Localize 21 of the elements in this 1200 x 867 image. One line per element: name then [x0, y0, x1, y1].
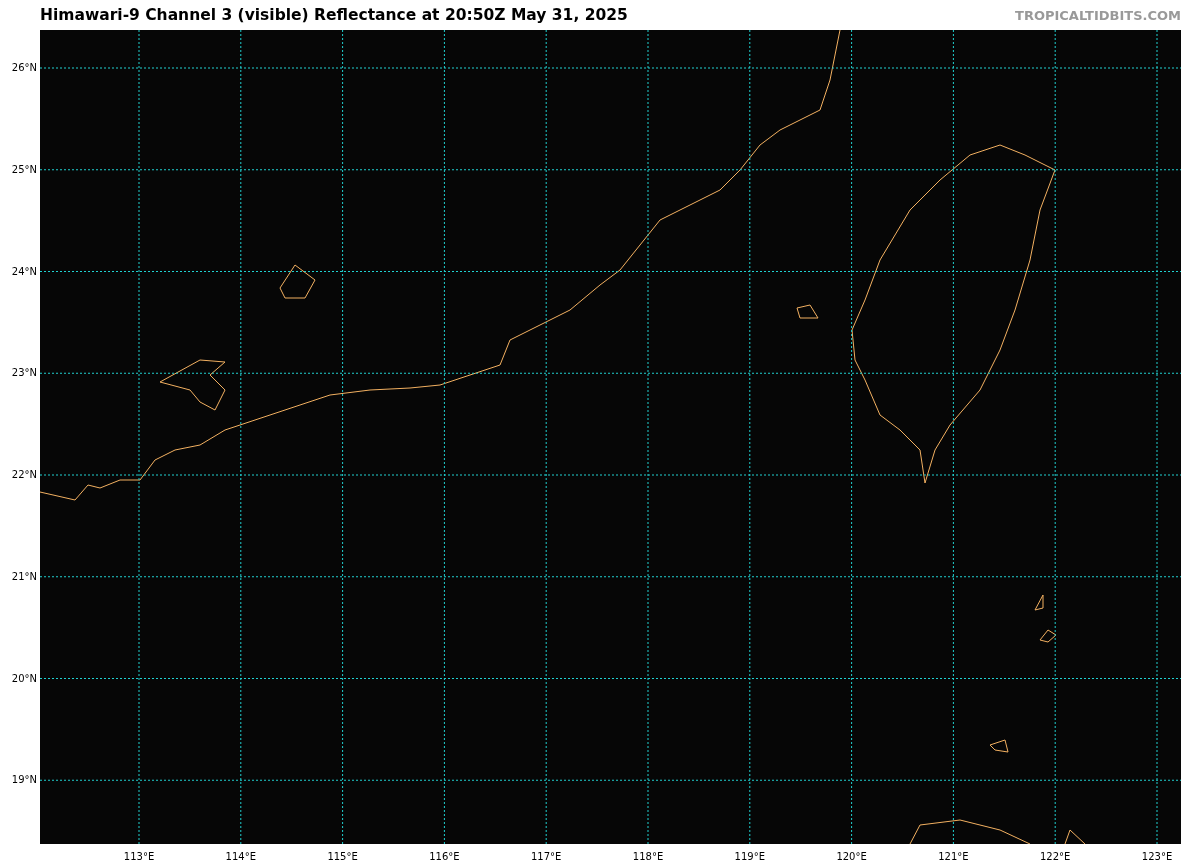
longitude-label: 118°E [631, 851, 665, 862]
longitude-label: 119°E [733, 851, 766, 862]
longitude-label: 120°E [835, 851, 868, 862]
longitude-label: 117°E [530, 851, 563, 862]
longitude-label: 116°E [428, 851, 461, 862]
latitude-label: 22°N [11, 469, 37, 480]
longitude-label: 113°E [122, 851, 156, 862]
longitude-label: 123°E [1140, 851, 1174, 862]
latitude-label: 19°N [11, 774, 37, 786]
longitude-label: 114°E [224, 851, 257, 862]
latitude-label: 26°N [11, 62, 37, 73]
latitude-label: 20°N [11, 672, 37, 684]
longitude-label: 122°E [1039, 851, 1072, 862]
latitude-label: 24°N [11, 265, 37, 277]
latitude-label: 21°N [11, 570, 37, 582]
longitude-label: 121°E [937, 851, 970, 862]
longitude-label: 115°E [326, 851, 359, 862]
latitude-label: 23°N [11, 367, 37, 379]
site-credit: TROPICALTIDBITS.COM [1015, 7, 1181, 23]
latitude-label: 25°N [11, 163, 37, 175]
chart-title: Himawari-9 Channel 3 (visible) Reflectance at 20:50Z May 31, 2025 [40, 6, 628, 24]
